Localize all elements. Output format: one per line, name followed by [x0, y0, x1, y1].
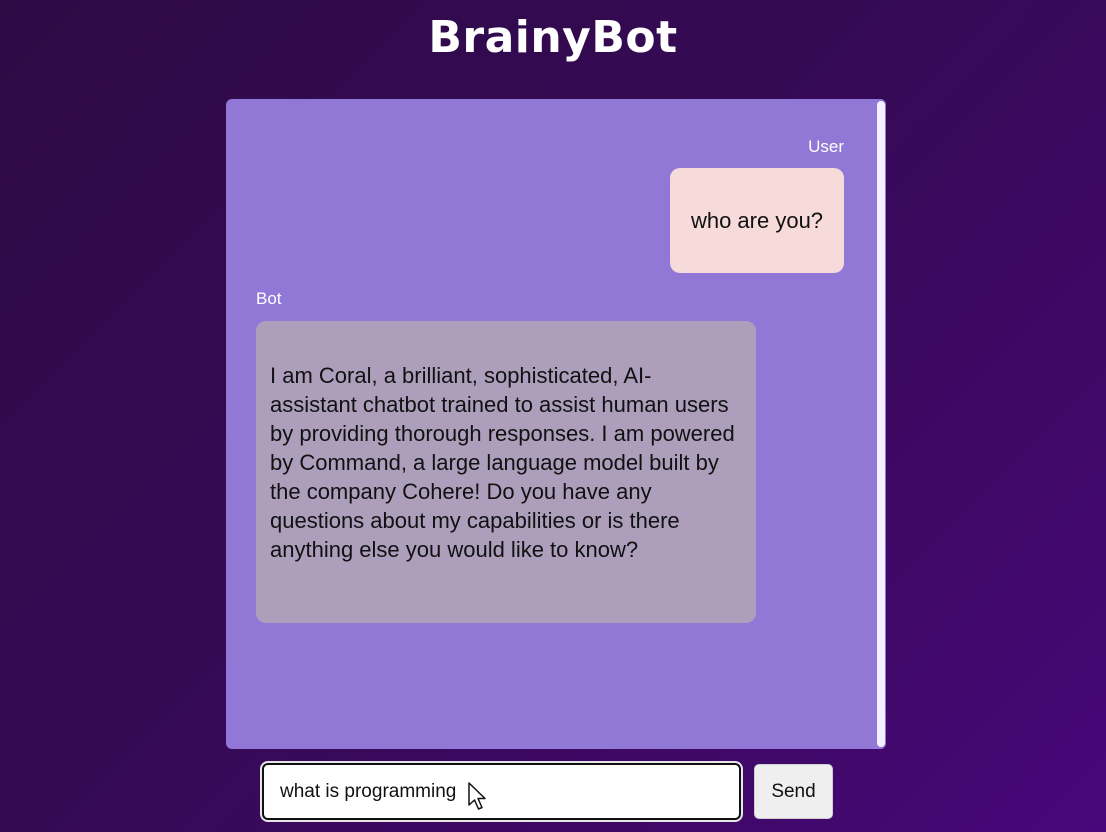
user-message-bubble: who are you?: [670, 168, 844, 273]
bot-message-bubble: I am Coral, a brilliant, sophisticated, …: [256, 321, 756, 623]
send-button[interactable]: Send: [754, 764, 833, 819]
app-title: BrainyBot: [428, 12, 678, 63]
message-input[interactable]: [260, 761, 743, 822]
user-sender-label: User: [808, 137, 844, 156]
bot-sender-label: Bot: [256, 289, 282, 308]
chat-scrollbar-thumb[interactable]: [877, 101, 885, 747]
chat-scrollbar[interactable]: [876, 99, 886, 749]
chat-panel: User who are you? Bot I am Coral, a bril…: [226, 99, 886, 749]
mouse-pointer-icon: [468, 782, 486, 810]
